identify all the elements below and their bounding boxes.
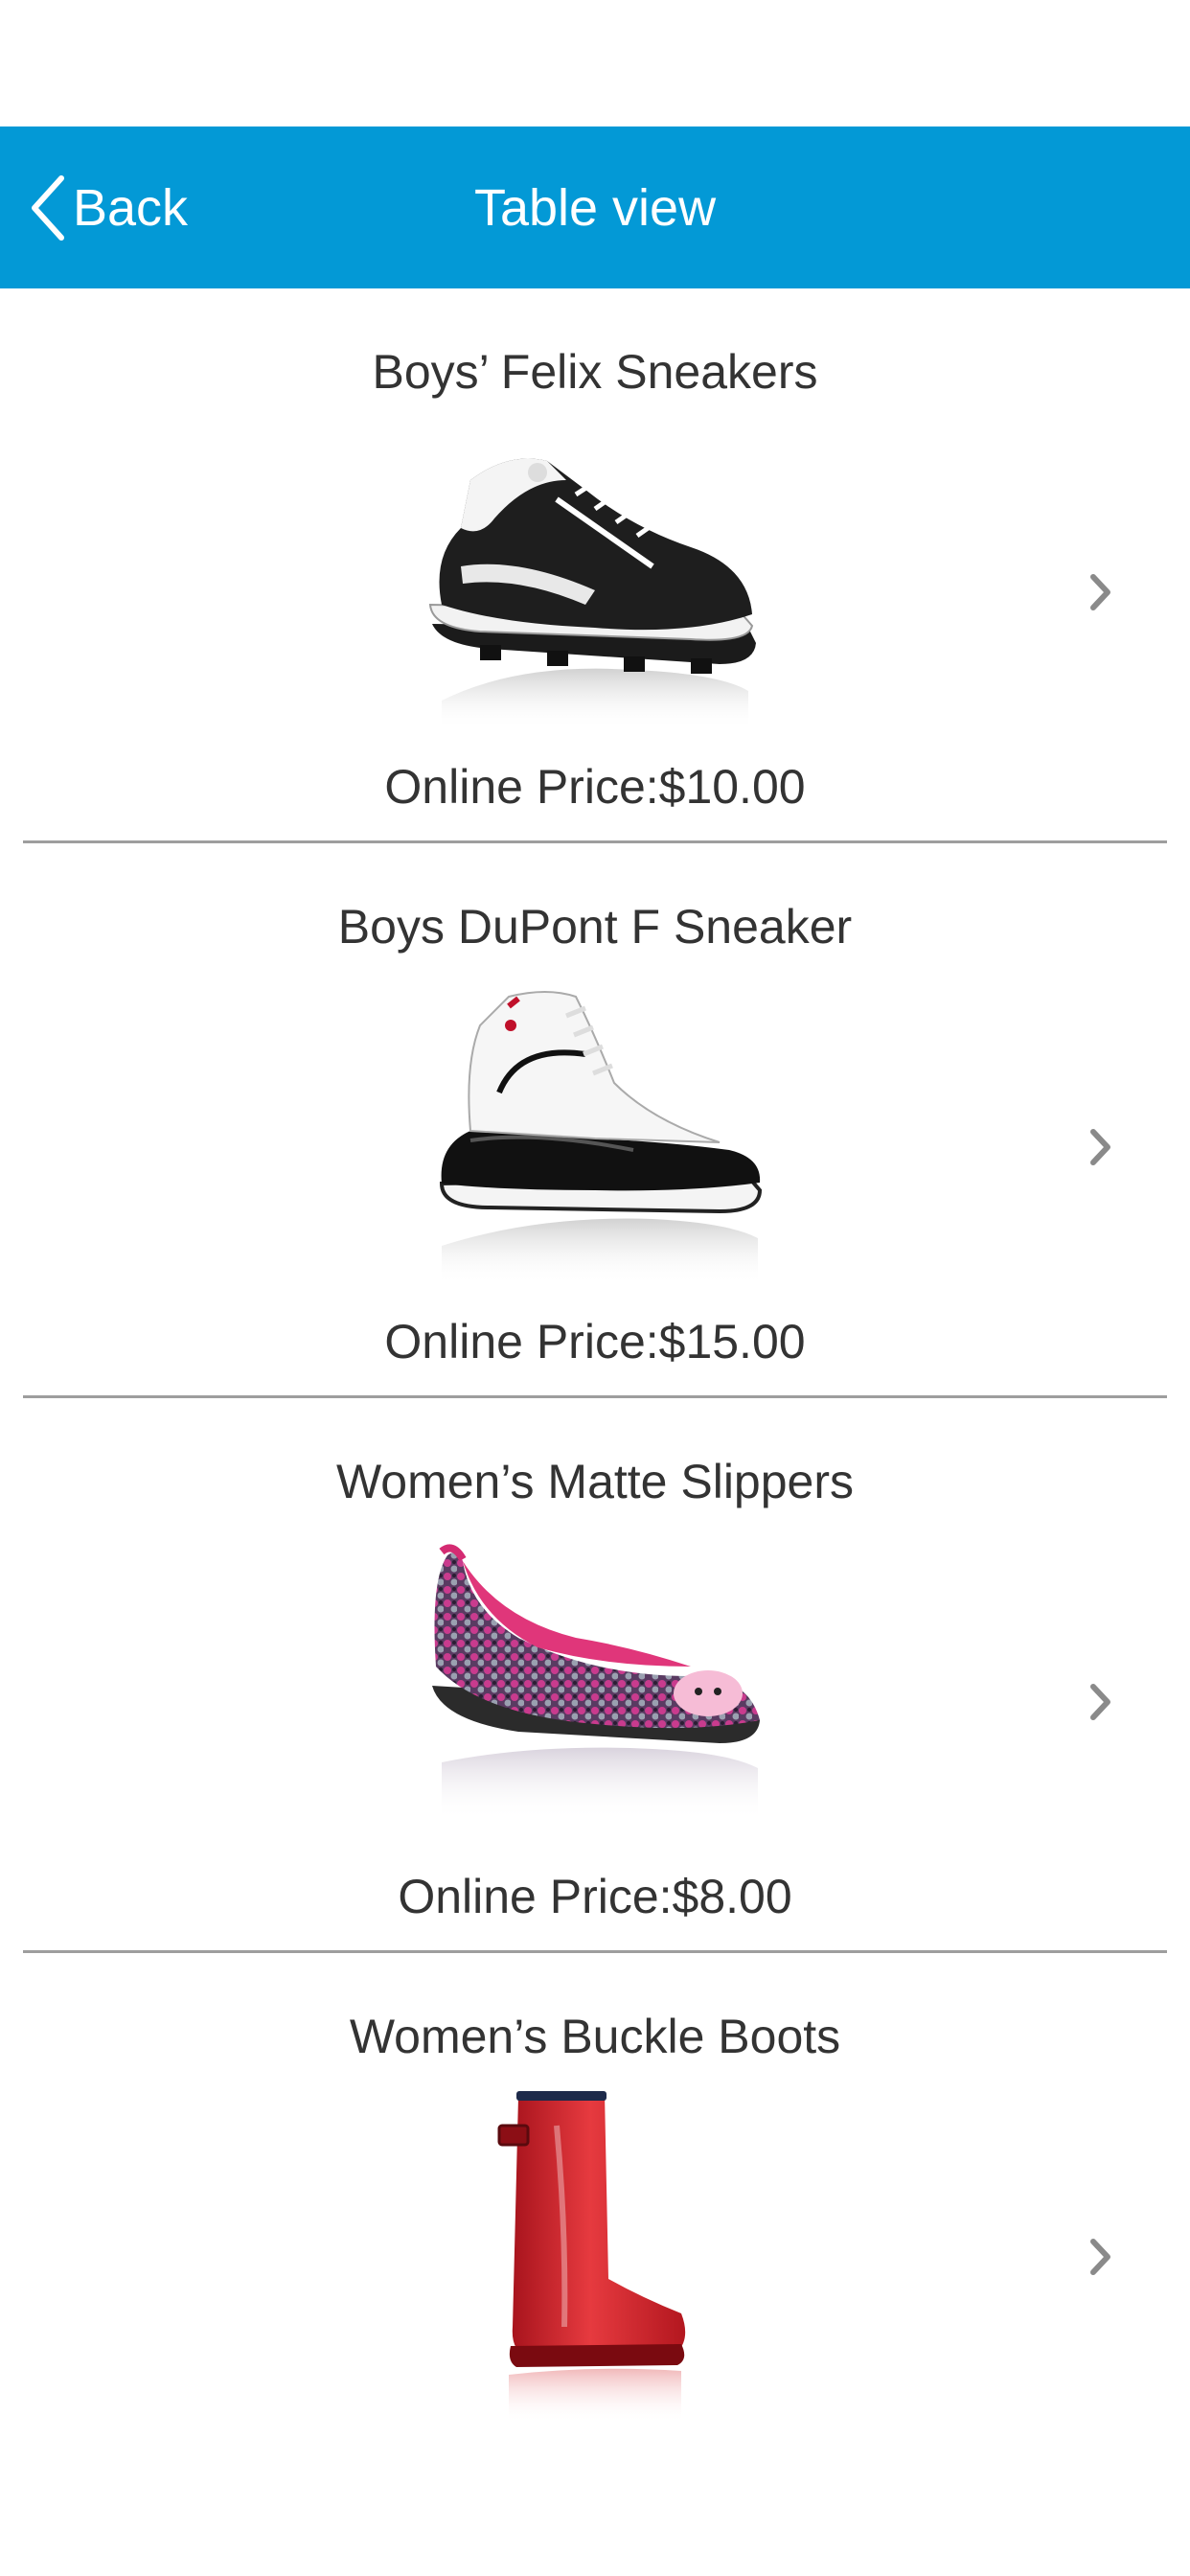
chevron-right-icon — [1088, 571, 1113, 617]
product-row[interactable]: Boys DuPont F Sneaker Online Price:$15.0… — [0, 843, 1190, 1398]
product-image-sneaker — [403, 978, 787, 1284]
product-name: Boys’ Felix Sneakers — [372, 345, 818, 399]
product-row[interactable]: Women’s Buckle Boots — [0, 1953, 1190, 2508]
chevron-left-icon — [29, 174, 67, 242]
product-row[interactable]: Boys’ Felix Sneakers Online Price:$10.00 — [0, 288, 1190, 843]
product-name: Women’s Buckle Boots — [349, 2010, 841, 2063]
product-price: Online Price:$15.00 — [384, 1315, 806, 1368]
product-row[interactable]: Women’s Matte Slippers Online Price:$8.0… — [0, 1398, 1190, 1953]
chevron-right-icon — [1088, 1681, 1113, 1727]
product-name: Boys DuPont F Sneaker — [337, 900, 853, 954]
product-image-sneaker — [403, 423, 787, 729]
product-image-boot — [403, 2087, 787, 2423]
product-price: Online Price:$10.00 — [384, 760, 806, 814]
chevron-right-icon — [1088, 1126, 1113, 1172]
product-list: Boys’ Felix Sneakers Online Price:$10.00… — [0, 288, 1190, 2508]
status-bar — [0, 0, 1190, 126]
chevron-right-icon — [1088, 2236, 1113, 2282]
back-button[interactable]: Back — [29, 126, 188, 288]
back-label: Back — [73, 178, 189, 237]
product-price: Online Price:$8.00 — [398, 1870, 792, 1923]
product-image-slipper — [403, 1532, 787, 1839]
navigation-bar: Back Table view — [0, 126, 1190, 288]
product-name: Women’s Matte Slippers — [335, 1455, 855, 1508]
